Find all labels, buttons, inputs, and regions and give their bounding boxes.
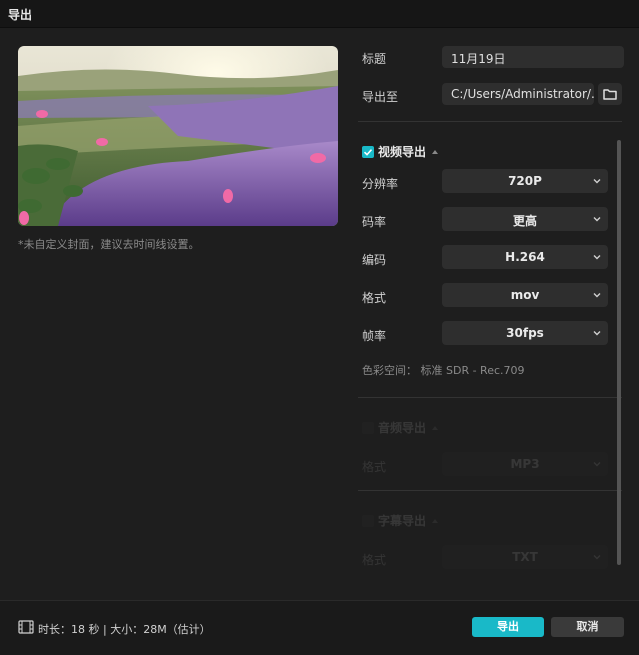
subtitle-format-select[interactable]: TXT (442, 545, 608, 569)
film-icon (18, 620, 34, 634)
codec-label: 编码 (362, 253, 387, 267)
audio-export-checkbox[interactable] (362, 421, 374, 434)
caret-up-icon[interactable] (432, 518, 439, 523)
video-export-label: 视频导出 (378, 145, 427, 159)
subtitle-export-label: 字幕导出 (378, 514, 427, 528)
subtitle-format-value: TXT (512, 550, 538, 564)
title-input[interactable]: 11月19日 (442, 46, 624, 68)
codec-select[interactable]: H.264 (442, 245, 608, 269)
chevron-down-icon (593, 293, 601, 298)
chevron-down-icon (593, 255, 601, 260)
browse-folder-button[interactable] (598, 83, 622, 105)
export-path-input[interactable]: C:/Users/Administrator/... (442, 83, 594, 105)
settings-scrollbar[interactable] (617, 140, 621, 565)
framerate-value: 30fps (506, 326, 544, 340)
audio-export-toggle[interactable]: 音频导出 (362, 419, 439, 436)
bitrate-label: 码率 (362, 215, 387, 229)
cancel-button[interactable]: 取消 (551, 617, 624, 637)
framerate-select[interactable]: 30fps (442, 321, 608, 345)
cover-thumbnail (18, 46, 338, 226)
window-title: 导出 (8, 8, 33, 22)
chevron-down-icon (593, 179, 601, 184)
audio-format-label: 格式 (362, 460, 387, 474)
resolution-select[interactable]: 720P (442, 169, 608, 193)
check-icon (363, 148, 373, 156)
export-path-value: C:/Users/Administrator/... (451, 87, 594, 101)
bitrate-value: 更高 (512, 214, 537, 228)
divider (358, 490, 622, 491)
audio-format-select[interactable]: MP3 (442, 452, 608, 476)
resolution-value: 720P (508, 174, 542, 188)
format-label: 格式 (362, 291, 387, 305)
resolution-label: 分辨率 (362, 177, 399, 191)
chevron-down-icon (593, 555, 601, 560)
subtitle-export-checkbox[interactable] (362, 514, 374, 527)
audio-export-label: 音频导出 (378, 421, 427, 435)
bitrate-select[interactable]: 更高 (442, 207, 608, 231)
colorspace-info: 色彩空间： 标准 SDR - Rec.709 (362, 364, 525, 377)
chevron-down-icon (593, 462, 601, 467)
chevron-down-icon (593, 217, 601, 222)
video-export-checkbox[interactable] (362, 145, 374, 158)
divider (358, 397, 622, 398)
export-stats: 时长：18 秒 | 大小：28M（估计） (38, 623, 211, 636)
folder-icon (603, 89, 617, 100)
title-label: 标题 (362, 52, 387, 66)
title-bar: 导出 (0, 0, 639, 28)
chevron-down-icon (593, 331, 601, 336)
framerate-label: 帧率 (362, 329, 387, 343)
video-export-toggle[interactable]: 视频导出 (362, 143, 439, 160)
divider (358, 121, 622, 122)
cover-note: *未自定义封面，建议去时间线设置。 (18, 238, 200, 251)
format-select[interactable]: mov (442, 283, 608, 307)
export-button[interactable]: 导出 (472, 617, 544, 637)
format-value: mov (510, 288, 540, 302)
title-input-value: 11月19日 (451, 52, 506, 66)
export-to-label: 导出至 (362, 90, 399, 104)
subtitle-format-label: 格式 (362, 553, 387, 567)
caret-up-icon[interactable] (432, 149, 439, 154)
codec-value: H.264 (505, 250, 545, 264)
audio-format-value: MP3 (510, 457, 540, 471)
subtitle-export-toggle[interactable]: 字幕导出 (362, 512, 439, 529)
caret-up-icon[interactable] (432, 425, 439, 430)
